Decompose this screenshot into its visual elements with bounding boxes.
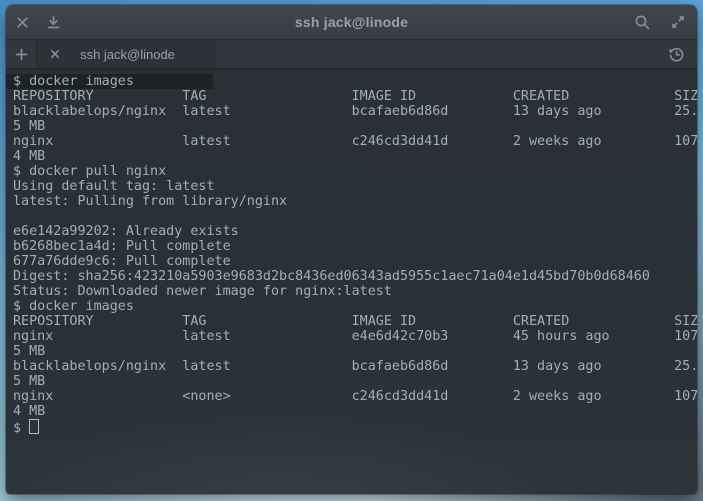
window-title: ssh jack@linode <box>6 14 697 30</box>
window-close-button[interactable] <box>11 11 33 33</box>
tabbar-spacer <box>215 40 661 68</box>
new-tab-button[interactable] <box>6 40 37 68</box>
close-icon <box>50 49 60 59</box>
tab-label: ssh jack@linode <box>67 47 214 62</box>
search-icon <box>634 14 651 31</box>
tabbar: ssh jack@linode <box>6 40 697 69</box>
titlebar: ssh jack@linode <box>6 5 697 40</box>
terminal-line: $ <box>6 419 697 436</box>
terminal-line: Using default tag: latest <box>6 179 697 194</box>
terminal-line: $ docker pull nginx <box>6 164 697 179</box>
search-button[interactable] <box>631 11 653 33</box>
terminal-line: $ docker images <box>6 74 697 89</box>
close-icon <box>16 16 29 29</box>
terminal-line: e6e142a99202: Already exists <box>6 224 697 239</box>
terminal-line: Digest: sha256:423210a5903e9683d2bc8436e… <box>6 269 697 284</box>
terminal-line: 5 MB <box>6 119 697 134</box>
terminal-output[interactable]: $ docker imagesREPOSITORY TAG IMAGE ID C… <box>6 69 697 494</box>
history-icon <box>668 46 685 63</box>
terminal-line: nginx latest e4e6d42c70b3 45 hours ago 1… <box>6 329 697 344</box>
terminal-line: Status: Downloaded newer image for nginx… <box>6 284 697 299</box>
expand-icon <box>670 14 686 30</box>
terminal-line: REPOSITORY TAG IMAGE ID CREATED SIZE <box>6 314 697 329</box>
tab-ssh-jack-linode[interactable]: ssh jack@linode <box>37 40 215 68</box>
terminal-line: $ docker images <box>6 299 697 314</box>
terminal-line: blacklabelops/nginx latest bcafaeb6d86d … <box>6 104 697 119</box>
history-button[interactable] <box>661 40 691 68</box>
download-icon <box>46 15 61 30</box>
terminal-line: blacklabelops/nginx latest bcafaeb6d86d … <box>6 359 697 374</box>
plus-icon <box>15 48 28 61</box>
tab-close-button[interactable] <box>43 49 67 59</box>
terminal-line: nginx latest c246cd3dd41d 2 weeks ago 10… <box>6 134 697 149</box>
terminal-line: latest: Pulling from library/nginx <box>6 194 697 209</box>
fullscreen-button[interactable] <box>667 11 689 33</box>
terminal-line: REPOSITORY TAG IMAGE ID CREATED SIZE <box>6 89 697 104</box>
terminal-cursor <box>29 419 39 434</box>
terminal-line: 5 MB <box>6 374 697 389</box>
download-button[interactable] <box>42 11 64 33</box>
terminal-line <box>6 209 697 224</box>
terminal-window: ssh jack@linode <box>6 5 697 494</box>
terminal-line: 4 MB <box>6 149 697 164</box>
terminal-line: nginx <none> c246cd3dd41d 2 weeks ago 10… <box>6 389 697 404</box>
terminal-line: b6268bec1a4d: Pull complete <box>6 239 697 254</box>
terminal-line: 4 MB <box>6 404 697 419</box>
terminal-line: 5 MB <box>6 344 697 359</box>
terminal-line: 677a76dde9c6: Pull complete <box>6 254 697 269</box>
